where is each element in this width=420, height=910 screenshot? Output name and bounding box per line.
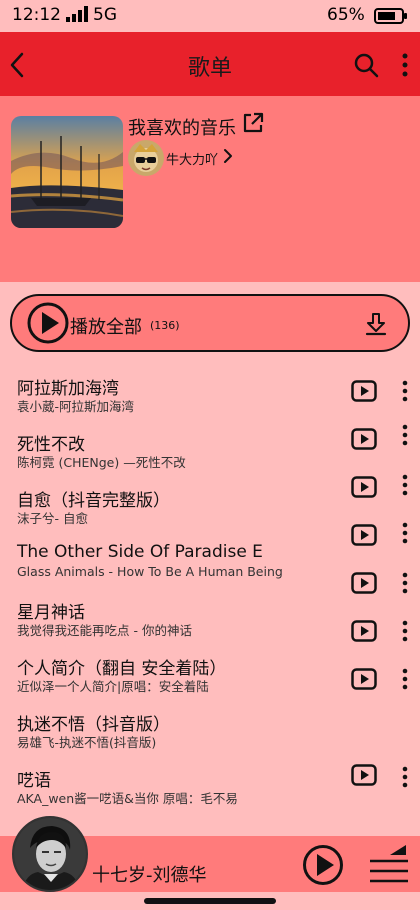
song-artist: Glass Animals - How To Be A Human Being <box>17 564 283 579</box>
more-icon[interactable] <box>398 522 412 544</box>
now-playing-title: 十七岁-刘德华 <box>92 865 207 886</box>
more-icon[interactable] <box>398 572 412 594</box>
playlist-queue-icon[interactable] <box>368 844 410 884</box>
signal-icon <box>66 6 88 22</box>
playlist-cover-image[interactable] <box>11 116 123 228</box>
top-nav-bar: 歌单 <box>0 32 420 96</box>
home-indicator <box>144 898 276 904</box>
play-icon[interactable] <box>351 380 377 402</box>
song-count: (136) <box>150 319 180 332</box>
search-icon[interactable] <box>352 51 380 79</box>
more-icon[interactable] <box>398 474 412 496</box>
play-icon[interactable] <box>351 620 377 642</box>
play-icon[interactable] <box>351 524 377 546</box>
song-artist: 易雄飞-执迷不悟(抖音版) <box>17 735 157 750</box>
battery-percent: 65% <box>327 5 365 25</box>
download-icon[interactable] <box>364 312 388 336</box>
play-icon[interactable] <box>351 572 377 594</box>
status-bar: 12:12 5G 65% <box>0 0 420 32</box>
network-type: 5G <box>93 5 117 25</box>
play-icon[interactable] <box>351 428 377 450</box>
battery-icon <box>374 8 407 24</box>
playlist-name: 我喜欢的音乐 <box>128 118 236 139</box>
more-icon[interactable] <box>398 668 412 690</box>
play-circle-icon[interactable] <box>302 844 344 886</box>
play-all-label: 播放全部 <box>70 317 142 338</box>
status-time: 12:12 <box>12 5 61 25</box>
song-artist: 近似泽一个人简介|原唱：安全着陆 <box>17 679 209 694</box>
more-options-icon[interactable] <box>398 52 412 78</box>
song-row[interactable]: 阿拉斯加海湾 袁小葳-阿拉斯加海湾 <box>0 374 420 430</box>
song-artist: 沫子兮- 自愈 <box>17 511 88 526</box>
song-artist: 陈柯霓 (CHENge) —死性不改 <box>17 455 186 470</box>
more-icon[interactable] <box>398 380 412 402</box>
song-artist: 袁小葳-阿拉斯加海湾 <box>17 399 135 414</box>
share-icon[interactable] <box>242 112 264 134</box>
play-icon[interactable] <box>351 668 377 690</box>
play-all-bar[interactable]: 播放全部 (136) <box>10 294 410 352</box>
song-artist: AKA_wen酱一呓语&当你 原唱：毛不易 <box>17 791 238 806</box>
playlist-header: 我喜欢的音乐 牛大力吖 <box>0 96 420 282</box>
more-icon[interactable] <box>398 620 412 642</box>
play-icon[interactable] <box>351 476 377 498</box>
chevron-right-icon[interactable] <box>222 148 234 164</box>
play-circle-icon[interactable] <box>26 301 70 345</box>
now-playing-cover[interactable] <box>12 816 88 892</box>
song-title: The Other Side Of Paradise E <box>17 542 263 562</box>
creator-name[interactable]: 牛大力吖 <box>166 149 218 168</box>
song-row[interactable]: 执迷不悟（抖音版） 易雄飞-执迷不悟(抖音版) <box>0 668 420 766</box>
song-row[interactable]: 呓语 AKA_wen酱一呓语&当你 原唱：毛不易 <box>0 764 420 822</box>
more-icon[interactable] <box>398 766 412 788</box>
creator-avatar[interactable] <box>128 140 164 176</box>
song-artist: 我觉得我还能再吃点 - 你的神话 <box>17 623 192 638</box>
more-icon[interactable] <box>398 424 412 446</box>
play-icon[interactable] <box>351 764 377 786</box>
